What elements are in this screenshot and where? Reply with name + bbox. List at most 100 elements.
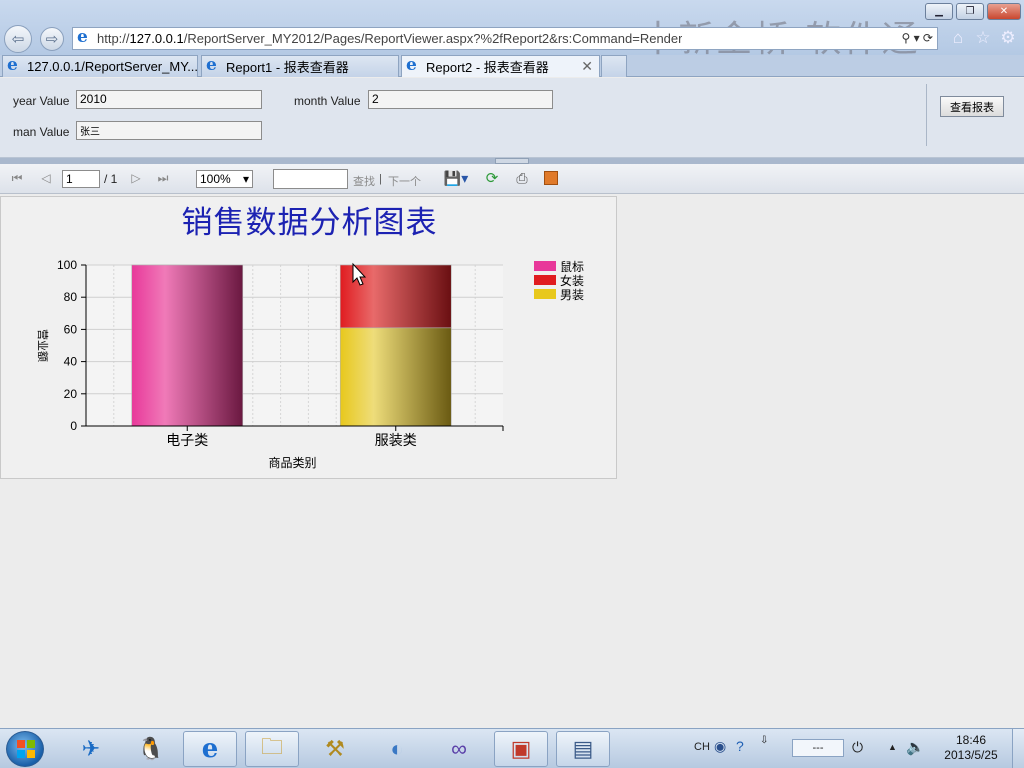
legend-label: 女装 <box>560 273 584 288</box>
forward-button[interactable]: ⇨ <box>40 27 64 51</box>
start-button[interactable] <box>6 731 44 767</box>
address-tools[interactable]: ⚲ ▾ ⟳ <box>901 31 933 45</box>
sql-tools-icon[interactable]: ⚒ <box>308 731 362 767</box>
back-button[interactable]: ⇦ <box>4 25 32 53</box>
zoom-select[interactable]: 100% ▾ <box>196 170 253 188</box>
month-param-label: month Value <box>294 94 361 108</box>
ie-tab-icon <box>206 56 222 75</box>
windows-logo-icon <box>17 740 35 758</box>
find-separator: | <box>379 173 382 185</box>
tab-report1[interactable]: Report1 - 报表查看器 <box>201 55 399 77</box>
clock-date: 2013/5/25 <box>944 748 998 762</box>
address-bar[interactable]: http://127.0.0.1/ReportServer_MY2012/Pag… <box>72 27 938 50</box>
month-param-input[interactable]: 2 <box>368 90 553 109</box>
address-host: 127.0.0.1 <box>129 31 184 46</box>
page-number-input[interactable]: 1 <box>62 170 100 188</box>
volume-icon[interactable]: 🔈 <box>906 738 925 756</box>
restore-button[interactable]: ❐ <box>956 3 984 20</box>
show-desktop-button[interactable] <box>1012 729 1024 768</box>
parameter-panel: year Value 2010 month Value 2 man Value … <box>0 78 1024 158</box>
year-param-label: year Value <box>13 94 70 108</box>
sales-chart: 0 20 40 60 80 100 电子类 服装类商品类别 营业额 鼠标女装男装 <box>36 258 584 470</box>
clock-time: 18:46 <box>955 733 987 747</box>
prev-page-icon[interactable]: ◁ <box>39 171 53 185</box>
report-builder-icon[interactable]: ▤ <box>556 731 610 767</box>
first-page-icon[interactable]: ⏮ <box>10 171 24 185</box>
home-icon[interactable]: ⌂ <box>948 28 968 48</box>
last-page-icon[interactable]: ⏭ <box>156 171 170 185</box>
network-status-box: --- <box>792 739 844 757</box>
export-save-icon[interactable]: 💾▾ <box>442 169 470 187</box>
legend-label: 鼠标 <box>560 260 584 274</box>
close-tab-icon[interactable]: ✕ <box>581 58 593 75</box>
qq-icon[interactable]: 🐧 <box>124 731 178 767</box>
new-tab-button[interactable] <box>601 55 627 77</box>
bar-男装 <box>339 327 452 427</box>
y-tick-label: 40 <box>64 355 78 369</box>
power-plug-icon[interactable]: ⏻ <box>852 739 863 756</box>
tab-reportserver[interactable]: 127.0.0.1/ReportServer_MY... <box>2 55 198 77</box>
explorer-folder-icon[interactable]: 🗀 <box>245 731 299 767</box>
address-prefix: http:// <box>97 31 130 46</box>
tab-label: Report1 - 报表查看器 <box>226 60 349 75</box>
man-param-label: man Value <box>13 125 70 139</box>
report-page: 销售数据分析图表 0 20 40 60 80 100 电子类 服装类 商品类别 营业额 鼠标 女装 男装 <box>0 196 617 479</box>
ie-tab-icon <box>406 56 422 75</box>
help-icon[interactable]: ? <box>736 738 744 754</box>
y-axis-title: 营业额 <box>36 329 50 362</box>
visual-studio-icon[interactable]: ∞ <box>432 731 486 767</box>
param-divider <box>926 84 927 146</box>
zoom-value: 100% <box>200 172 231 186</box>
x-axis-title: 商品类别 <box>268 455 316 470</box>
y-tick-label: 0 <box>70 419 77 433</box>
ime-icon[interactable]: ◉ <box>714 738 726 755</box>
system-clock[interactable]: 18:46 2013/5/25 <box>938 733 1004 763</box>
network-status-text: --- <box>812 742 824 754</box>
x-tick-label: 电子类 <box>166 433 208 449</box>
tab-label: 127.0.0.1/ReportServer_MY... <box>27 59 198 74</box>
find-next-link[interactable]: 下一个 <box>388 173 421 189</box>
y-tick-label: 60 <box>64 322 78 336</box>
print-icon[interactable]: ⎙ <box>512 169 532 187</box>
report-toolbar: ⏮ ◁ 1 / 1 ▷ ⏭ 100% ▾ 查找 | 下一个 💾▾ ⟳ ⎙ <box>0 164 1024 194</box>
y-tick-label: 80 <box>64 290 78 304</box>
windows-taskbar: ✈ 🐧 e 🗀 ⚒ ◐ ∞ ▣ ▤ CH ◉ ? ⇩ --- ⏻ ▲ 🔈 18:… <box>0 728 1024 768</box>
page-total: / 1 <box>104 172 118 186</box>
legend-label: 男装 <box>560 288 584 302</box>
ie-tab-icon <box>7 56 23 75</box>
tab-report2[interactable]: Report2 - 报表查看器 ✕ <box>401 55 600 77</box>
presentation-app-icon[interactable]: ▣ <box>494 731 548 767</box>
browser-titlebar: 中新金桥 软件通 ▁ ❐ ✕ ⇦ ⇨ http://127.0.0.1/Repo… <box>0 0 1024 60</box>
tab-label: Report2 - 报表查看器 <box>426 60 549 75</box>
show-hidden-icons-icon[interactable]: ▲ <box>888 742 897 752</box>
legend-swatch <box>534 261 556 271</box>
ime-options-icon[interactable]: ⇩ <box>760 735 768 746</box>
minimize-button[interactable]: ▁ <box>925 3 953 20</box>
language-indicator[interactable]: CH <box>694 741 710 753</box>
man-param-input[interactable]: 张三 <box>76 121 262 140</box>
browser-tab-bar: 127.0.0.1/ReportServer_MY... Report1 - 报… <box>0 55 1024 77</box>
find-input[interactable] <box>273 169 348 189</box>
bird-app-icon[interactable]: ✈ <box>64 731 118 767</box>
back-arrow-icon: ⇦ <box>11 31 25 48</box>
view-report-button[interactable]: 查看报表 <box>940 96 1004 117</box>
next-page-icon[interactable]: ▷ <box>129 171 143 185</box>
data-feed-icon[interactable] <box>543 169 559 187</box>
refresh-icon[interactable]: ⟳ <box>483 169 501 187</box>
x-tick-label: 服装类 <box>375 433 417 449</box>
legend-swatch <box>534 289 556 299</box>
close-window-button[interactable]: ✕ <box>987 3 1021 20</box>
y-tick-label: 100 <box>57 258 77 272</box>
bar-鼠标 <box>131 264 244 427</box>
find-link[interactable]: 查找 <box>353 173 375 189</box>
chevron-down-icon: ▾ <box>242 172 249 186</box>
remote-app-icon[interactable]: ◐ <box>370 731 424 767</box>
legend-swatch <box>534 275 556 285</box>
settings-gear-icon[interactable]: ⚙ <box>998 28 1018 48</box>
y-tick-label: 20 <box>64 387 78 401</box>
ie-page-icon <box>77 27 93 47</box>
year-param-input[interactable]: 2010 <box>76 90 262 109</box>
forward-arrow-icon: ⇨ <box>45 31 59 48</box>
internet-explorer-icon[interactable]: e <box>183 731 237 767</box>
favorites-star-icon[interactable]: ☆ <box>973 28 993 48</box>
